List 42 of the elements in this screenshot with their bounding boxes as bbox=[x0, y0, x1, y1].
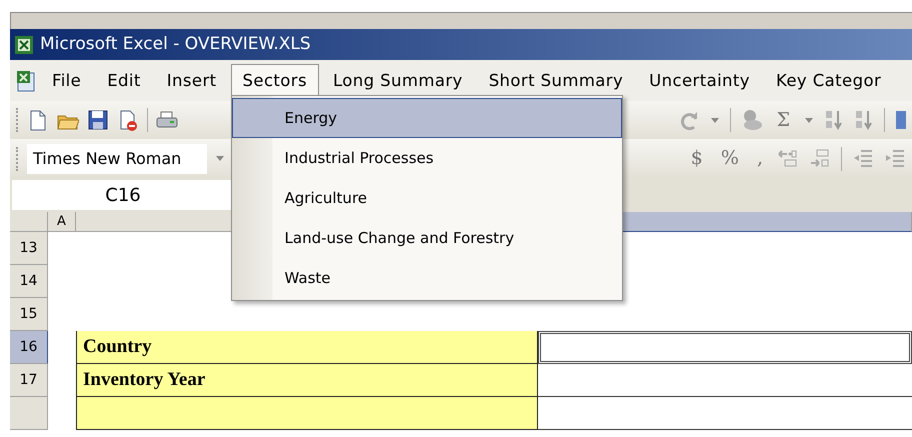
row-header[interactable]: 15 bbox=[10, 298, 48, 331]
indent-icon[interactable] bbox=[884, 148, 906, 170]
menu-item[interactable]: Uncertainty bbox=[637, 64, 762, 98]
toolbar-icon[interactable] bbox=[895, 109, 906, 131]
format-button[interactable]: % bbox=[716, 144, 743, 173]
decrease-decimal-icon[interactable] bbox=[809, 148, 831, 170]
menu-item[interactable]: Insert bbox=[154, 64, 229, 98]
menu-option[interactable]: Waste bbox=[232, 258, 622, 298]
column-header[interactable]: A bbox=[48, 212, 76, 232]
window-title: Microsoft Excel - OVERVIEW.XLS bbox=[40, 32, 311, 56]
row-header[interactable]: 16 bbox=[10, 331, 48, 364]
caret-icon[interactable] bbox=[710, 116, 720, 124]
menu-item[interactable]: File bbox=[40, 64, 94, 98]
caret-icon[interactable] bbox=[804, 116, 814, 124]
menu-item[interactable]: Sectors bbox=[230, 64, 319, 98]
menu-item[interactable]: Short Summary bbox=[476, 64, 636, 98]
label-cell: Country bbox=[76, 331, 538, 364]
label-cell: Inventory Year bbox=[76, 364, 538, 397]
menu-option[interactable]: Industrial Processes bbox=[232, 138, 622, 178]
format-button[interactable]: , bbox=[752, 144, 767, 173]
row-header[interactable]: 14 bbox=[10, 265, 48, 298]
menu-option[interactable]: Energy bbox=[232, 98, 622, 138]
outdent-icon[interactable] bbox=[852, 148, 874, 170]
row-header[interactable] bbox=[10, 397, 48, 430]
row-header[interactable]: 13 bbox=[10, 232, 48, 265]
font-name-field[interactable]: Times New Roman bbox=[27, 144, 207, 174]
corner-header[interactable] bbox=[10, 212, 48, 232]
caret-icon[interactable] bbox=[215, 155, 225, 162]
menu-item[interactable]: Edit bbox=[95, 64, 153, 98]
spreadsheet-logo-icon bbox=[14, 35, 34, 56]
active-cell[interactable] bbox=[538, 331, 912, 364]
increase-decimal-icon[interactable] bbox=[777, 148, 799, 170]
menu-item[interactable]: Long Summary bbox=[320, 64, 475, 98]
format-button[interactable]: $ bbox=[686, 144, 707, 173]
row-header[interactable]: 17 bbox=[10, 364, 48, 397]
sort-ascending-icon[interactable] bbox=[824, 109, 844, 131]
autosum-button[interactable]: Σ bbox=[772, 106, 794, 134]
menu-item[interactable]: Key Categor bbox=[764, 64, 894, 98]
sort-descending-icon[interactable] bbox=[854, 109, 874, 131]
name-box[interactable]: C16 bbox=[12, 180, 234, 210]
menu-option[interactable]: Agriculture bbox=[232, 178, 622, 218]
menu-option[interactable]: Land-use Change and Forestry bbox=[232, 218, 622, 258]
